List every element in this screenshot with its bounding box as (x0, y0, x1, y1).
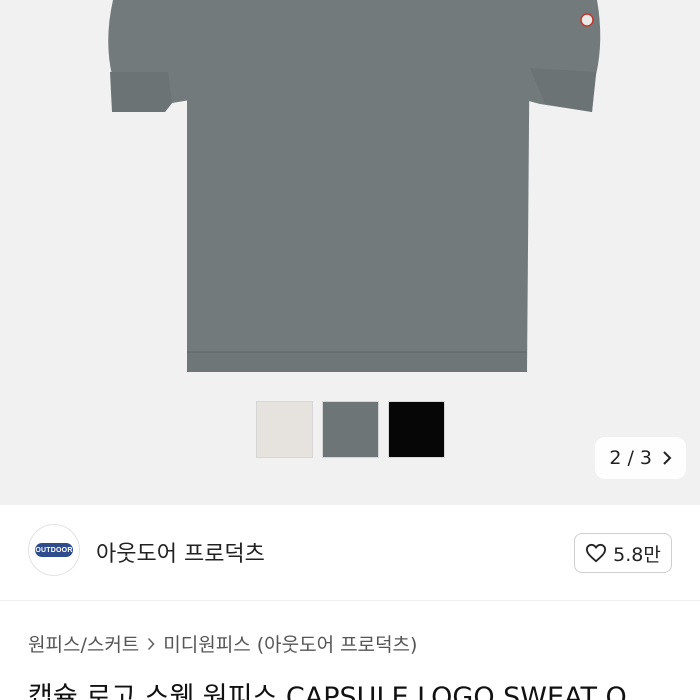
sleeve-logo (580, 13, 594, 27)
swatch-gray[interactable] (322, 401, 379, 458)
left-cuff (110, 72, 172, 112)
dress-body (187, 0, 530, 372)
dress-hem (187, 352, 527, 372)
swatch-light[interactable] (256, 401, 313, 458)
outdoor-logo: OUTDOOR (35, 543, 73, 557)
right-cuff (530, 68, 596, 112)
pager-current: 2 (609, 447, 622, 469)
pager-text: 2 / 3 (609, 447, 652, 469)
like-button[interactable]: 5.8만 (574, 533, 672, 573)
like-count: 5.8만 (613, 543, 661, 566)
color-swatches (256, 401, 445, 458)
chevron-right-icon (663, 451, 672, 465)
seller-avatar[interactable]: OUTDOOR (28, 524, 80, 576)
product-image-gallery[interactable]: 2 / 3 (0, 0, 700, 505)
divider (0, 600, 700, 601)
image-pager[interactable]: 2 / 3 (595, 437, 686, 479)
breadcrumb: 원피스/스커트 미디원피스 (아웃도어 프로덕츠) (28, 630, 417, 657)
seller-name[interactable]: 아웃도어 프로덕츠 (96, 536, 265, 568)
product-title: 캡슐 로고 스웻 원피스 CAPSULE LOGO SWEAT O (28, 682, 627, 700)
breadcrumb-category[interactable]: 원피스/스커트 (28, 630, 139, 657)
heart-icon (586, 543, 607, 563)
chevron-right-icon (148, 637, 155, 650)
swatch-black[interactable] (388, 401, 445, 458)
pager-total: 3 (639, 447, 652, 469)
product-photo (108, 0, 601, 372)
breadcrumb-subcategory[interactable]: 미디원피스 (아웃도어 프로덕츠) (163, 630, 417, 657)
pager-separator: / (627, 447, 634, 469)
